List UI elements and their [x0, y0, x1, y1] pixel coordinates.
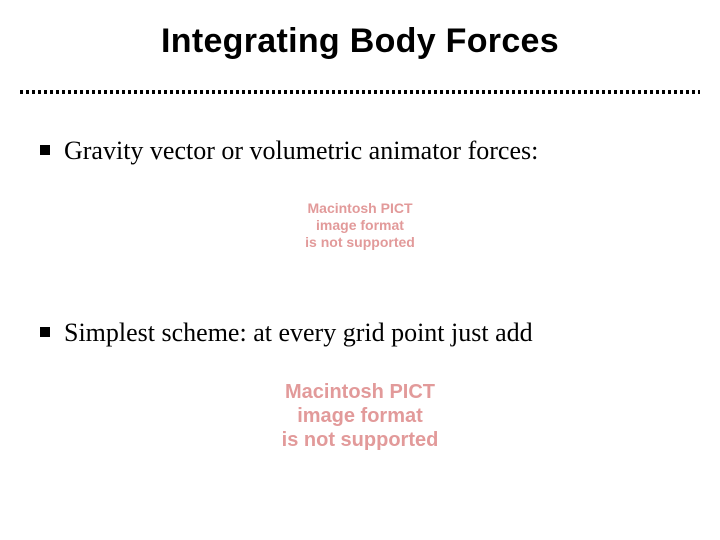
pict-placeholder-2: Macintosh PICT image format is not suppo… [282, 380, 439, 452]
bullet-text-2: Simplest scheme: at every grid point jus… [64, 317, 533, 350]
square-bullet-icon [40, 327, 50, 337]
bullet-item-1: Gravity vector or volumetric animator fo… [40, 135, 690, 168]
placeholder-line: image format [305, 217, 415, 234]
title-divider [20, 90, 700, 94]
placeholder-line: image format [282, 404, 439, 428]
placeholder-line: Macintosh PICT [282, 380, 439, 404]
square-bullet-icon [40, 145, 50, 155]
slide-title: Integrating Body Forces [0, 22, 720, 61]
bullet-text-1: Gravity vector or volumetric animator fo… [64, 135, 538, 168]
placeholder-line: is not supported [282, 428, 439, 452]
placeholder-line: Macintosh PICT [305, 200, 415, 217]
pict-placeholder-1: Macintosh PICT image format is not suppo… [305, 200, 415, 250]
placeholder-line: is not supported [305, 234, 415, 251]
bullet-item-2: Simplest scheme: at every grid point jus… [40, 317, 690, 350]
slide: Integrating Body Forces Gravity vector o… [0, 0, 720, 540]
